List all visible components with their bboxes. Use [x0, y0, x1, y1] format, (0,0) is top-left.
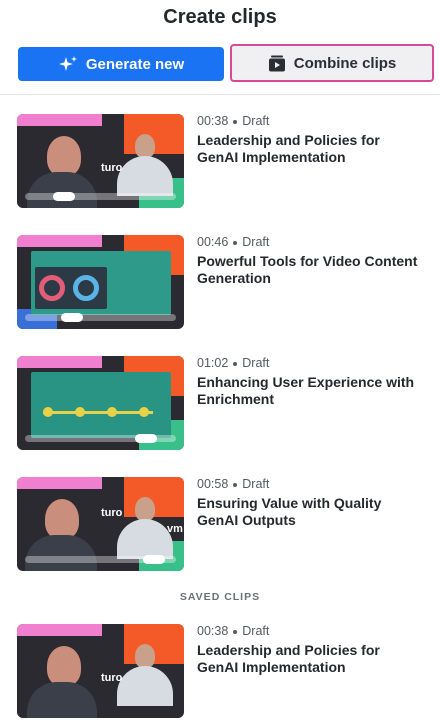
page-title: Create clips — [163, 6, 277, 28]
clip-duration: 00:38 — [197, 114, 229, 128]
clip-duration: 00:58 — [197, 477, 229, 491]
clip-item[interactable]: turo vm 00:58 Draft Ensuring Value with Q… — [17, 477, 437, 573]
progress-track[interactable] — [25, 314, 176, 321]
clip-title[interactable]: Leadership and Policies for GenAI Implem… — [197, 642, 422, 676]
brand-logo-text: turo — [101, 507, 123, 519]
progress-handle[interactable] — [135, 434, 157, 443]
progress-handle[interactable] — [61, 313, 83, 322]
progress-handle[interactable] — [143, 555, 165, 564]
clip-thumbnail[interactable]: turo — [17, 114, 184, 208]
clip-title[interactable]: Leadership and Policies for GenAI Implem… — [197, 132, 422, 166]
clip-item[interactable]: turo 00:38 Draft Leadership and Policies … — [17, 114, 437, 210]
combine-clips-button[interactable]: Combine clips — [230, 44, 434, 82]
brand-logo-text: vm — [167, 523, 183, 535]
clip-meta: 00:38 Draft — [197, 624, 269, 638]
clip-duration: 00:38 — [197, 624, 229, 638]
clip-duration: 00:46 — [197, 235, 229, 249]
clip-meta: 01:02 Draft — [197, 356, 269, 370]
clip-title[interactable]: Enhancing User Experience with Enrichmen… — [197, 374, 422, 408]
clip-thumbnail[interactable] — [17, 235, 184, 329]
clip-status: Draft — [242, 114, 270, 128]
clip-thumbnail[interactable]: turo vm — [17, 477, 184, 571]
clip-thumbnail[interactable] — [17, 356, 184, 450]
clip-item[interactable]: 00:46 Draft Powerful Tools for Video Cont… — [17, 235, 437, 331]
clip-title[interactable]: Ensuring Value with Quality GenAI Output… — [197, 495, 422, 529]
clip-status: Draft — [242, 477, 270, 491]
brand-logo-text: turo — [101, 162, 123, 174]
combine-clips-label: Combine clips — [293, 54, 397, 72]
clip-status: Draft — [242, 235, 270, 249]
progress-handle[interactable] — [53, 192, 75, 201]
clip-title[interactable]: Powerful Tools for Video Content Generat… — [197, 253, 422, 287]
brand-logo-text: turo — [101, 672, 123, 684]
clip-duration: 01:02 — [197, 356, 229, 370]
clip-status: Draft — [242, 624, 270, 638]
generate-new-button[interactable]: Generate new — [18, 47, 224, 81]
clip-meta: 00:46 Draft — [197, 235, 269, 249]
generate-new-label: Generate new — [85, 55, 185, 73]
saved-clips-heading: SAVED CLIPS — [179, 591, 261, 603]
clip-meta: 00:38 Draft — [197, 114, 269, 128]
sparkle-icon — [58, 56, 77, 71]
saved-clip-item[interactable]: turo 00:38 Draft Leadership and Policies … — [17, 624, 437, 720]
clip-thumbnail[interactable]: turo — [17, 624, 184, 718]
progress-track[interactable] — [25, 193, 176, 200]
clip-meta: 00:58 Draft — [197, 477, 269, 491]
clip-status: Draft — [242, 356, 270, 370]
header-divider — [0, 94, 440, 95]
clip-item[interactable]: 01:02 Draft Enhancing User Experience wit… — [17, 356, 437, 452]
video-library-icon — [268, 55, 285, 71]
